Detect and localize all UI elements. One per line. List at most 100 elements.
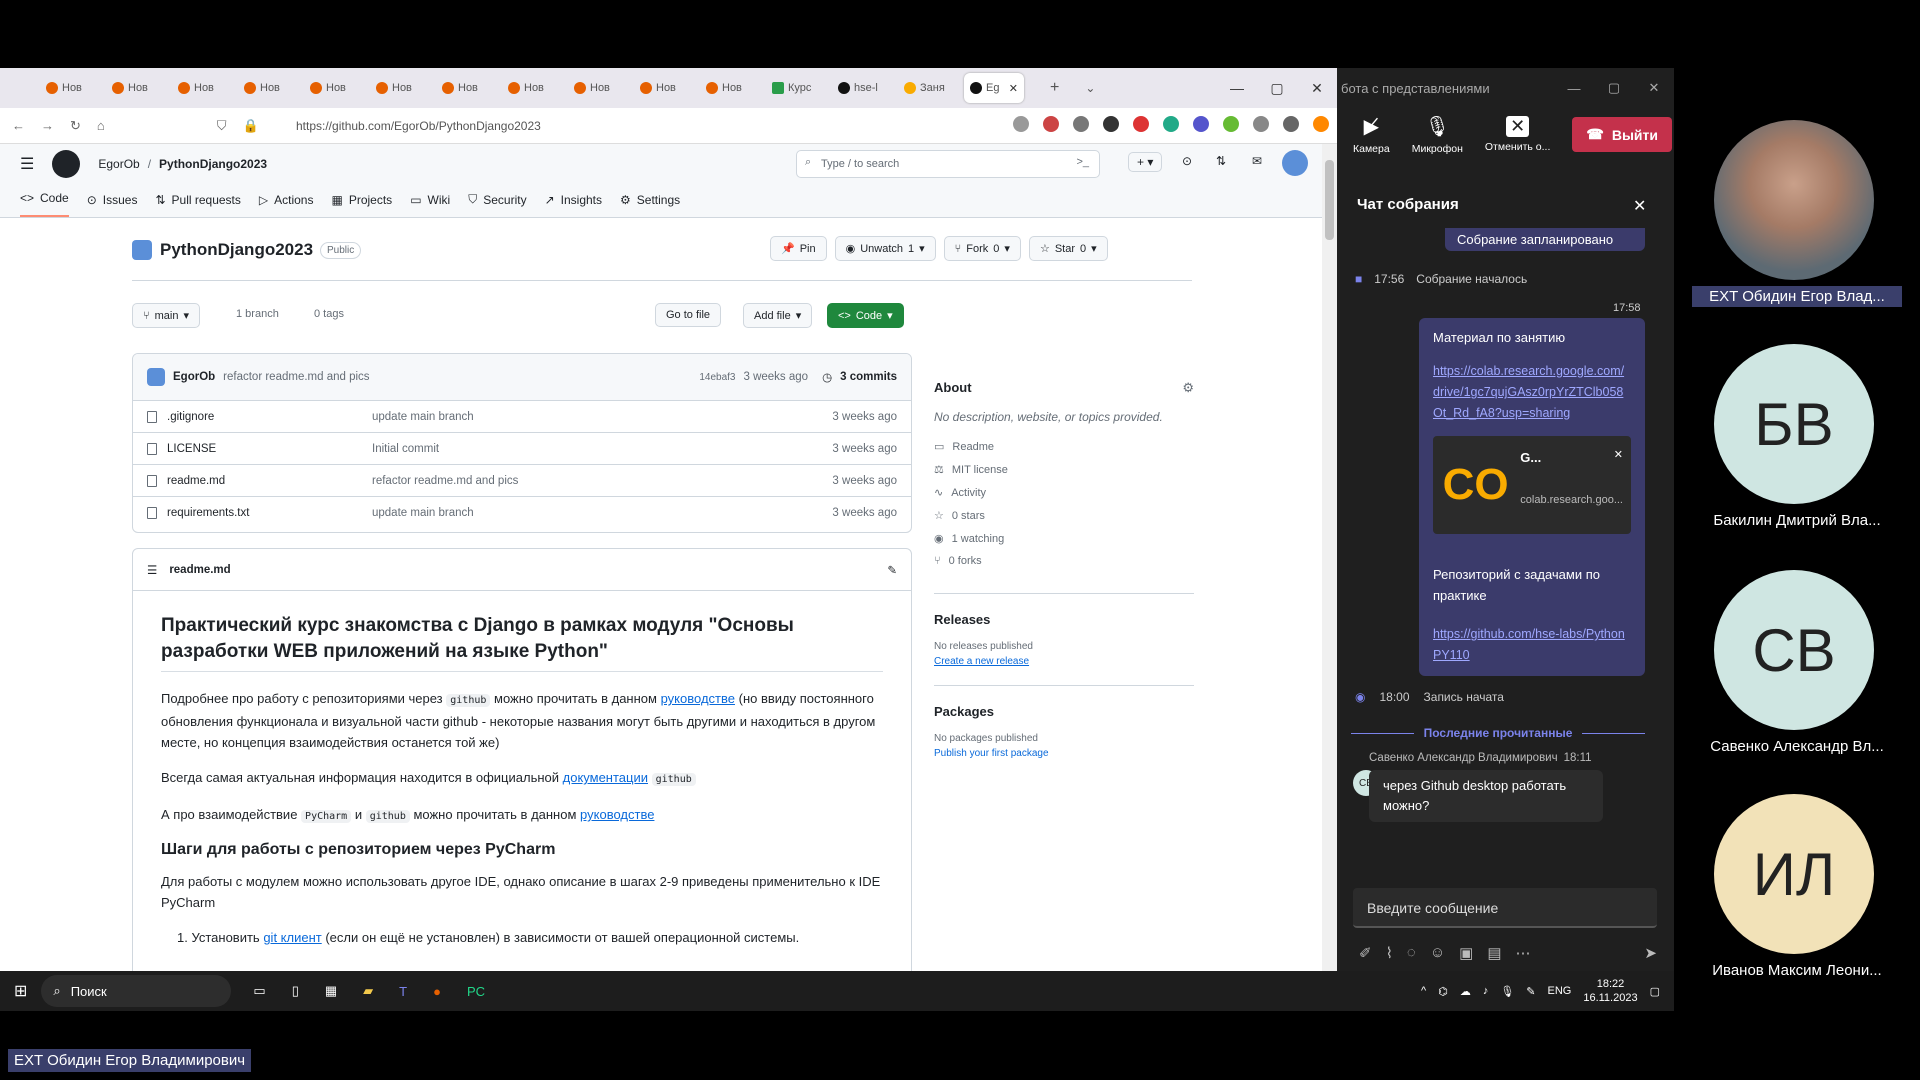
browser-tab[interactable]: Курс xyxy=(766,73,832,103)
file-commit-message[interactable]: Initial commit xyxy=(372,443,832,455)
extension-icon[interactable] xyxy=(1013,116,1029,132)
browser-tab[interactable]: Нов xyxy=(172,73,238,103)
tags-link[interactable]: 0 tags xyxy=(314,308,344,320)
create-release-link[interactable]: Create a new release xyxy=(934,656,1194,667)
browser-tab[interactable]: Нов xyxy=(700,73,766,103)
format-icon[interactable]: ✐ xyxy=(1359,944,1372,962)
maximize-button[interactable]: ▢ xyxy=(1594,80,1634,96)
hamburger-icon[interactable]: ☰ xyxy=(20,154,34,174)
command-palette-icon[interactable]: >_ xyxy=(1076,156,1089,168)
tab-insights[interactable]: ↗ Insights xyxy=(545,193,602,217)
firefox-icon[interactable]: ● xyxy=(433,984,441,999)
branch-selector[interactable]: ⑂ main ▾ xyxy=(132,303,200,328)
repo-owner[interactable]: EgorOb xyxy=(98,157,139,171)
emoji-icon[interactable]: ☺ xyxy=(1430,944,1445,962)
shield-icon[interactable]: ⛉ xyxy=(217,118,227,134)
close-tab-icon[interactable]: ✕ xyxy=(1009,82,1018,95)
browser-tab-active[interactable]: Eg ✕ xyxy=(964,73,1024,103)
close-window-button[interactable]: ✕ xyxy=(1634,80,1674,96)
tab-issues[interactable]: ⊙ Issues xyxy=(87,193,138,217)
commit-hash[interactable]: 14ebaf3 xyxy=(699,372,735,383)
search-input[interactable]: ⌕ Type / to search >_ xyxy=(796,150,1100,178)
pen-icon[interactable]: ✎ xyxy=(1526,985,1535,998)
extension-icon[interactable] xyxy=(1133,116,1149,132)
browser-tab[interactable]: Нов xyxy=(502,73,568,103)
browser-tab[interactable]: Нов xyxy=(304,73,370,103)
attach-icon[interactable]: ⌇ xyxy=(1386,944,1393,962)
network-icon[interactable]: ⌬ xyxy=(1438,985,1448,998)
stars-link[interactable]: ☆ 0 stars xyxy=(934,509,1194,523)
url-field[interactable]: https://github.com/EgorOb/PythonDjango20… xyxy=(296,119,541,133)
guide-link[interactable]: руководстве xyxy=(661,691,735,706)
menu-icon[interactable] xyxy=(1313,116,1329,132)
chevron-up-icon[interactable]: ^ xyxy=(1421,985,1426,997)
reload-icon[interactable]: ↻ xyxy=(70,118,81,134)
browser-tab[interactable]: Нов xyxy=(238,73,304,103)
table-row[interactable]: .gitignore update main branch 3 weeks ago xyxy=(133,400,911,432)
calculator-icon[interactable]: ▦ xyxy=(325,983,337,999)
avatar[interactable]: СВ xyxy=(1714,570,1874,730)
tab-settings[interactable]: ⚙ Settings xyxy=(620,193,680,217)
star-button[interactable]: ☆ Star 0 ▾ xyxy=(1028,236,1108,261)
tab-list-icon[interactable]: ⌄ xyxy=(1085,81,1095,95)
send-icon[interactable]: ➤ xyxy=(1644,944,1657,962)
leave-button[interactable]: ☎ Выйти xyxy=(1572,117,1672,152)
packages-title[interactable]: Packages xyxy=(934,704,1194,719)
close-icon[interactable]: ✕ xyxy=(1633,196,1646,216)
gif-icon[interactable]: ▣ xyxy=(1459,944,1473,962)
forward-icon[interactable]: → xyxy=(41,118,54,133)
docs-link[interactable]: документации xyxy=(563,770,648,785)
browser-tab[interactable]: Нов xyxy=(634,73,700,103)
back-icon[interactable]: ← xyxy=(12,118,25,133)
teams-icon[interactable]: T xyxy=(399,984,407,999)
tab-security[interactable]: ⛉ Security xyxy=(468,192,526,217)
file-commit-message[interactable]: refactor readme.md and pics xyxy=(372,475,832,487)
tab-wiki[interactable]: ▭ Wiki xyxy=(410,193,450,217)
create-new-button[interactable]: + ▾ xyxy=(1128,152,1163,172)
activity-link[interactable]: ∿ Activity xyxy=(934,486,1194,500)
go-to-file-button[interactable]: Go to file xyxy=(655,303,722,327)
mic-button[interactable]: 🎙 Микрофон xyxy=(1412,114,1463,155)
taskbar-search[interactable]: ⌕ Поиск xyxy=(41,975,232,1007)
new-tab-button[interactable]: + xyxy=(1050,79,1059,97)
readme-link[interactable]: ▭ Readme xyxy=(934,440,1194,454)
browser-tab[interactable]: Нов xyxy=(106,73,172,103)
extension-icon[interactable] xyxy=(1253,116,1269,132)
branches-link[interactable]: 1 branch xyxy=(236,308,279,320)
file-name[interactable]: readme.md xyxy=(167,475,225,487)
file-name[interactable]: LICENSE xyxy=(167,443,216,455)
avatar[interactable] xyxy=(1282,150,1308,176)
browser-tab[interactable]: hse-l xyxy=(832,73,898,103)
task-view-icon[interactable]: ▭ xyxy=(253,983,265,999)
watching-link[interactable]: ◉ 1 watching xyxy=(934,532,1194,546)
file-commit-message[interactable]: update main branch xyxy=(372,411,832,423)
forks-link[interactable]: ⑂ 0 forks xyxy=(934,555,1194,567)
minimize-button[interactable]: — xyxy=(1217,80,1257,96)
tab-projects[interactable]: ▦ Projects xyxy=(331,193,392,217)
list-icon[interactable]: ☰ xyxy=(147,563,157,577)
home-icon[interactable]: ⌂ xyxy=(97,118,105,133)
unwatch-button[interactable]: ◉ Unwatch 1 ▾ xyxy=(834,236,936,261)
browser-tab[interactable]: Нов xyxy=(40,73,106,103)
pin-button[interactable]: 📌 Pin xyxy=(770,236,827,261)
file-name[interactable]: .gitignore xyxy=(167,411,214,423)
avatar[interactable]: БВ xyxy=(1714,344,1874,504)
cloud-icon[interactable]: ☁ xyxy=(1460,985,1471,998)
more-icon[interactable]: ⋯ xyxy=(1516,944,1531,962)
commits-link[interactable]: 3 commits xyxy=(840,371,897,383)
camera-button[interactable]: ▶̸ Камера xyxy=(1353,114,1390,155)
tab-pull-requests[interactable]: ⇅ Pull requests xyxy=(155,193,240,217)
loop-icon[interactable]: ◌ xyxy=(1407,944,1416,962)
file-commit-message[interactable]: update main branch xyxy=(372,507,832,519)
code-button[interactable]: <> Code ▾ xyxy=(827,303,904,328)
microphone-icon[interactable]: 🎙 xyxy=(1500,985,1514,998)
link-preview-card[interactable]: CO G... ✕ colab.research.goo... xyxy=(1433,436,1631,534)
repo-name[interactable]: PythonDjango2023 xyxy=(159,157,267,171)
file-name[interactable]: requirements.txt xyxy=(167,507,249,519)
extension-icon[interactable] xyxy=(1193,116,1209,132)
pencil-icon[interactable]: ✎ xyxy=(887,563,897,577)
browser-tab[interactable]: Нов xyxy=(436,73,502,103)
speaker-icon[interactable]: ♪ xyxy=(1483,985,1489,997)
issues-icon[interactable]: ⊙ xyxy=(1182,154,1192,168)
file-icon[interactable]: ▯ xyxy=(292,983,299,999)
